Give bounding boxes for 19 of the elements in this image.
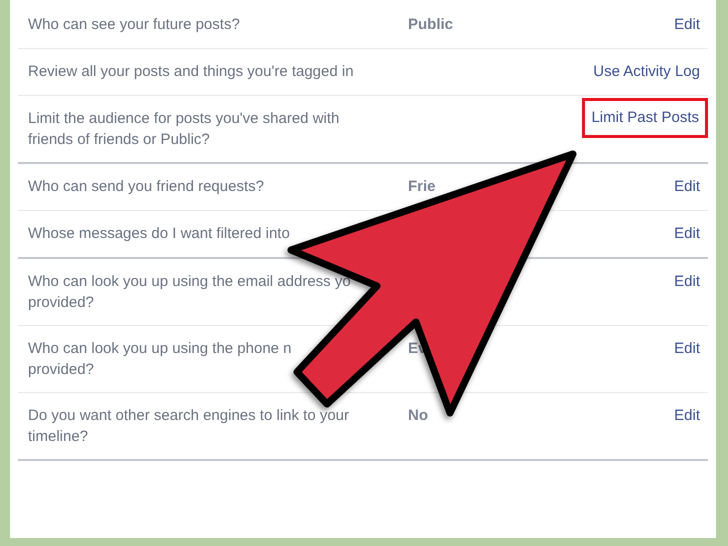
setting-link[interactable]: Limit Past Posts [582,98,708,138]
setting-label: Who can send you friend requests? [28,177,265,197]
setting-label: Who can look you up using the email address yo provided? [28,272,352,313]
setting-value: No [408,406,429,426]
setting-label: Do you want other search engines to link to your timeline? [28,406,350,447]
setting-value: Frie [408,177,437,197]
setting-label: Who can see your future posts? [28,15,241,35]
setting-link[interactable]: Edit [674,271,700,293]
setting-link[interactable]: Edit [674,405,700,427]
setting-link[interactable]: Edit [674,338,700,360]
setting-link[interactable]: Edit [674,223,700,245]
setting-link[interactable]: Use Activity Log [593,61,700,83]
setting-link[interactable]: Edit [674,14,700,36]
setting-label: Limit the audience for posts you've shared with friends of friends or Public? [28,109,340,150]
setting-label: Review all your posts and things you're tagged in [28,62,355,82]
setting-link[interactable]: Edit [674,176,700,198]
setting-label: Whose messages do I want filtered into [28,224,291,244]
setting-value: Public [408,15,454,35]
setting-label: Who can look you up using the phone n provided? [28,339,293,380]
